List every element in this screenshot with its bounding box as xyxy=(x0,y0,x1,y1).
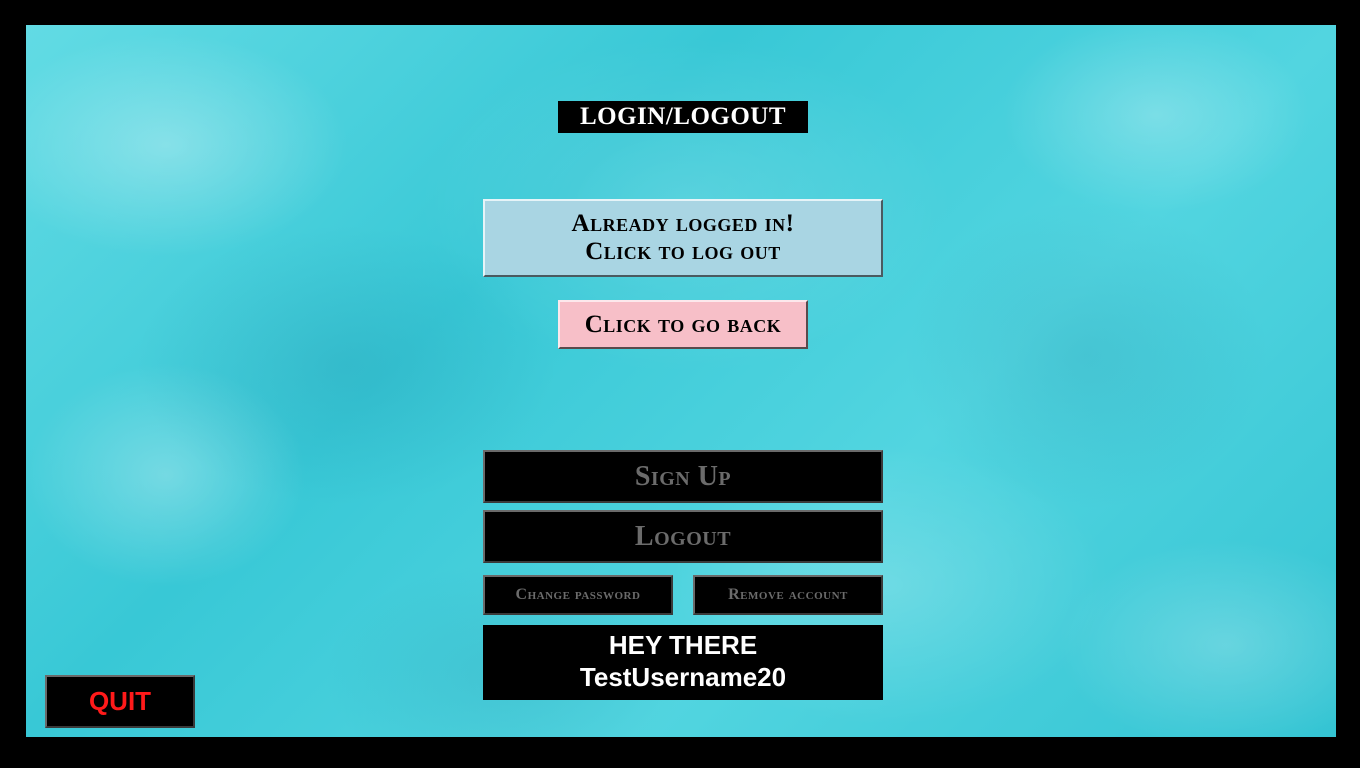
logout-status-button[interactable]: Already logged in! Click to log out xyxy=(483,199,883,277)
go-back-button[interactable]: Click to go back xyxy=(558,300,808,349)
logout-button[interactable]: Logout xyxy=(483,510,883,563)
greeting-panel: HEY THERE TestUsername20 xyxy=(483,625,883,700)
logout-status-line1: Already logged in! xyxy=(571,210,795,237)
logout-status-line2: Click to log out xyxy=(585,238,781,265)
username-label: TestUsername20 xyxy=(579,662,787,692)
sign-up-button[interactable]: Sign Up xyxy=(483,450,883,503)
quit-button[interactable]: QUIT xyxy=(45,675,195,728)
page-title: LOGIN/LOGOUT xyxy=(558,101,808,133)
greeting-text: HEY THERE xyxy=(608,630,758,660)
game-screen: LOGIN/LOGOUT Already logged in! Click to… xyxy=(26,25,1336,737)
remove-account-button[interactable]: Remove account xyxy=(693,575,883,615)
change-password-button[interactable]: Change password xyxy=(483,575,673,615)
